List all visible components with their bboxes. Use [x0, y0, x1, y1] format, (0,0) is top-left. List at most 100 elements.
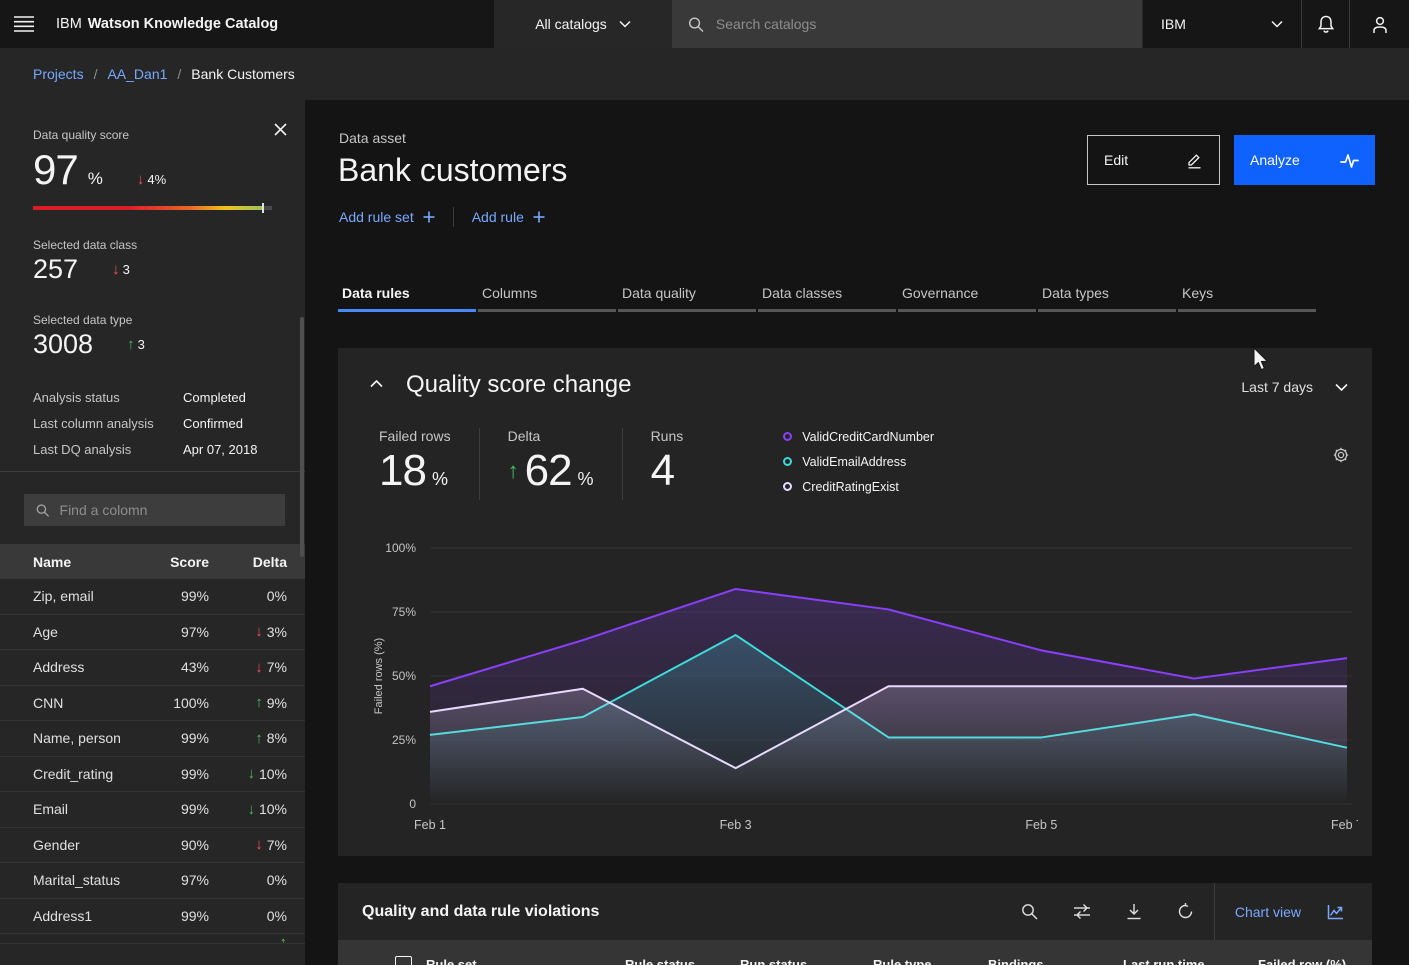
bell-icon	[1317, 15, 1335, 34]
col-rule-status[interactable]: Rule status	[625, 957, 740, 965]
chart-view-toggle[interactable]: Chart view	[1217, 883, 1372, 940]
quality-score-line-chart[interactable]: 025%50%75%100%Failed rows (%)Feb 1Feb 3F…	[368, 533, 1358, 833]
divider	[479, 428, 480, 500]
breadcrumb-project[interactable]: AA_Dan1	[107, 66, 167, 82]
time-range-dropdown[interactable]: Last 7 days	[1241, 379, 1348, 395]
sidebar-scrollbar[interactable]	[300, 317, 304, 557]
add-rule-link[interactable]: Add rule	[472, 209, 545, 225]
legend-swatch	[783, 482, 792, 491]
status-key: Analysis status	[33, 390, 183, 405]
download-button[interactable]	[1108, 883, 1160, 940]
svg-text:25%: 25%	[392, 733, 416, 747]
notifications-button[interactable]	[1301, 0, 1349, 48]
cell-delta: 0%	[209, 588, 287, 604]
tab-governance[interactable]: Governance	[898, 275, 1036, 312]
quality-score: 97 % ↓ 4%	[33, 146, 305, 194]
table-row[interactable]: Address199%0%	[0, 899, 305, 935]
close-icon	[274, 123, 287, 136]
col-run-status[interactable]: Run status	[740, 957, 873, 965]
add-rule-set-link[interactable]: Add rule set	[339, 209, 435, 225]
col-last-run-time[interactable]: Last run time	[1123, 957, 1258, 965]
brand-prefix: IBM	[56, 16, 82, 32]
col-header-name[interactable]: Name	[33, 554, 147, 570]
data-class-delta: ↓ 3	[112, 261, 130, 278]
violations-toolbar: Quality and data rule violations	[338, 883, 1372, 940]
col-header-delta[interactable]: Delta	[209, 554, 287, 570]
table-row-partial[interactable]: ↑	[0, 934, 305, 944]
sidebar-close-button[interactable]	[269, 118, 291, 140]
settings-adjust-icon	[1073, 903, 1091, 920]
refresh-button[interactable]	[1160, 883, 1212, 940]
down-arrow-icon: ↓	[112, 261, 120, 278]
cell-delta: ↓10%	[209, 765, 287, 782]
cell-delta: ↑8%	[209, 730, 287, 747]
table-row[interactable]: Zip, email99%0%	[0, 579, 305, 615]
cell-delta: 0%	[209, 872, 287, 888]
user-profile-button[interactable]	[1349, 0, 1409, 48]
chart-settings-button[interactable]	[1332, 446, 1350, 464]
asset-tabs: Data rules Columns Data quality Data cla…	[338, 275, 1316, 312]
page-title: Bank customers	[338, 152, 567, 189]
tab-columns[interactable]: Columns	[478, 275, 616, 312]
all-catalogs-label: All catalogs	[535, 16, 607, 32]
svg-text:Feb 1: Feb 1	[414, 818, 446, 832]
cell-delta: ↓7%	[209, 659, 287, 676]
down-arrow-icon: ↓	[255, 659, 263, 676]
table-search-button[interactable]	[1004, 883, 1056, 940]
tab-data-classes[interactable]: Data classes	[758, 275, 896, 312]
legend-item[interactable]: ValidEmailAddress	[783, 449, 934, 474]
legend-item[interactable]: CreditRatingExist	[783, 474, 934, 499]
quality-score-delta-value: 4%	[147, 172, 166, 187]
cell-name: Gender	[33, 837, 147, 853]
col-bindings[interactable]: Bindings	[988, 957, 1123, 965]
chart-view-label: Chart view	[1235, 904, 1301, 920]
table-row[interactable]: Email99%↓10%	[0, 792, 305, 828]
legend-item[interactable]: ValidCreditCardNumber	[783, 424, 934, 449]
select-all-checkbox[interactable]	[395, 956, 412, 965]
violations-toolbar-icons: Chart view	[1004, 883, 1372, 940]
col-failed-row[interactable]: Failed row (%)	[1258, 957, 1354, 965]
data-type-label: Selected data type	[33, 313, 305, 327]
filter-settings-button[interactable]	[1056, 883, 1108, 940]
table-row[interactable]: Name, person99%↑8%	[0, 721, 305, 757]
col-header-score[interactable]: Score	[147, 554, 209, 570]
delta-unit: %	[578, 469, 594, 490]
edit-button[interactable]: Edit	[1087, 135, 1220, 185]
table-row[interactable]: CNN100%↑9%	[0, 686, 305, 722]
chart-summary-stats: Failed rows 18 % Delta ↑ 62 %	[379, 428, 934, 500]
breadcrumb-projects[interactable]: Projects	[33, 66, 84, 82]
edit-button-label: Edit	[1104, 152, 1128, 168]
table-row[interactable]: Marital_status97%0%	[0, 863, 305, 899]
quality-score-change-card: Quality score change Last 7 days Failed …	[338, 348, 1372, 856]
analyze-button[interactable]: Analyze	[1234, 135, 1375, 185]
find-column-input[interactable]	[60, 502, 273, 518]
search-catalogs-input[interactable]	[716, 16, 1126, 32]
account-dropdown[interactable]: IBM	[1142, 0, 1301, 48]
tab-keys[interactable]: Keys	[1178, 275, 1316, 312]
failed-rows-stat: Failed rows 18 %	[379, 428, 479, 496]
cell-name: Marital_status	[33, 872, 147, 888]
activity-icon	[1340, 152, 1359, 169]
table-row[interactable]: Address43%↓7%	[0, 650, 305, 686]
col-rule-type[interactable]: Rule type	[873, 957, 988, 965]
col-rule-set[interactable]: Rule set	[426, 957, 625, 965]
all-catalogs-dropdown[interactable]: All catalogs	[494, 0, 672, 48]
failed-rows-label: Failed rows	[379, 428, 451, 444]
quality-score-gauge	[33, 206, 272, 210]
collapse-button[interactable]	[362, 370, 390, 398]
table-row[interactable]: Age97%↓3%	[0, 615, 305, 651]
download-icon	[1126, 903, 1142, 920]
up-arrow-icon: ↑	[127, 336, 135, 353]
selected-data-class: Selected data class 257 ↓ 3	[33, 238, 305, 285]
account-label: IBM	[1161, 16, 1186, 32]
cell-score: 99%	[147, 908, 209, 924]
tab-data-types[interactable]: Data types	[1038, 275, 1176, 312]
search-icon	[1021, 903, 1038, 920]
failed-rows-unit: %	[432, 469, 448, 490]
hamburger-menu-button[interactable]	[0, 0, 48, 48]
table-row[interactable]: Credit_rating99%↓10%	[0, 757, 305, 793]
svg-text:Feb 7: Feb 7	[1331, 818, 1358, 832]
tab-data-quality[interactable]: Data quality	[618, 275, 756, 312]
table-row[interactable]: Gender90%↓7%	[0, 828, 305, 864]
tab-data-rules[interactable]: Data rules	[338, 275, 476, 312]
